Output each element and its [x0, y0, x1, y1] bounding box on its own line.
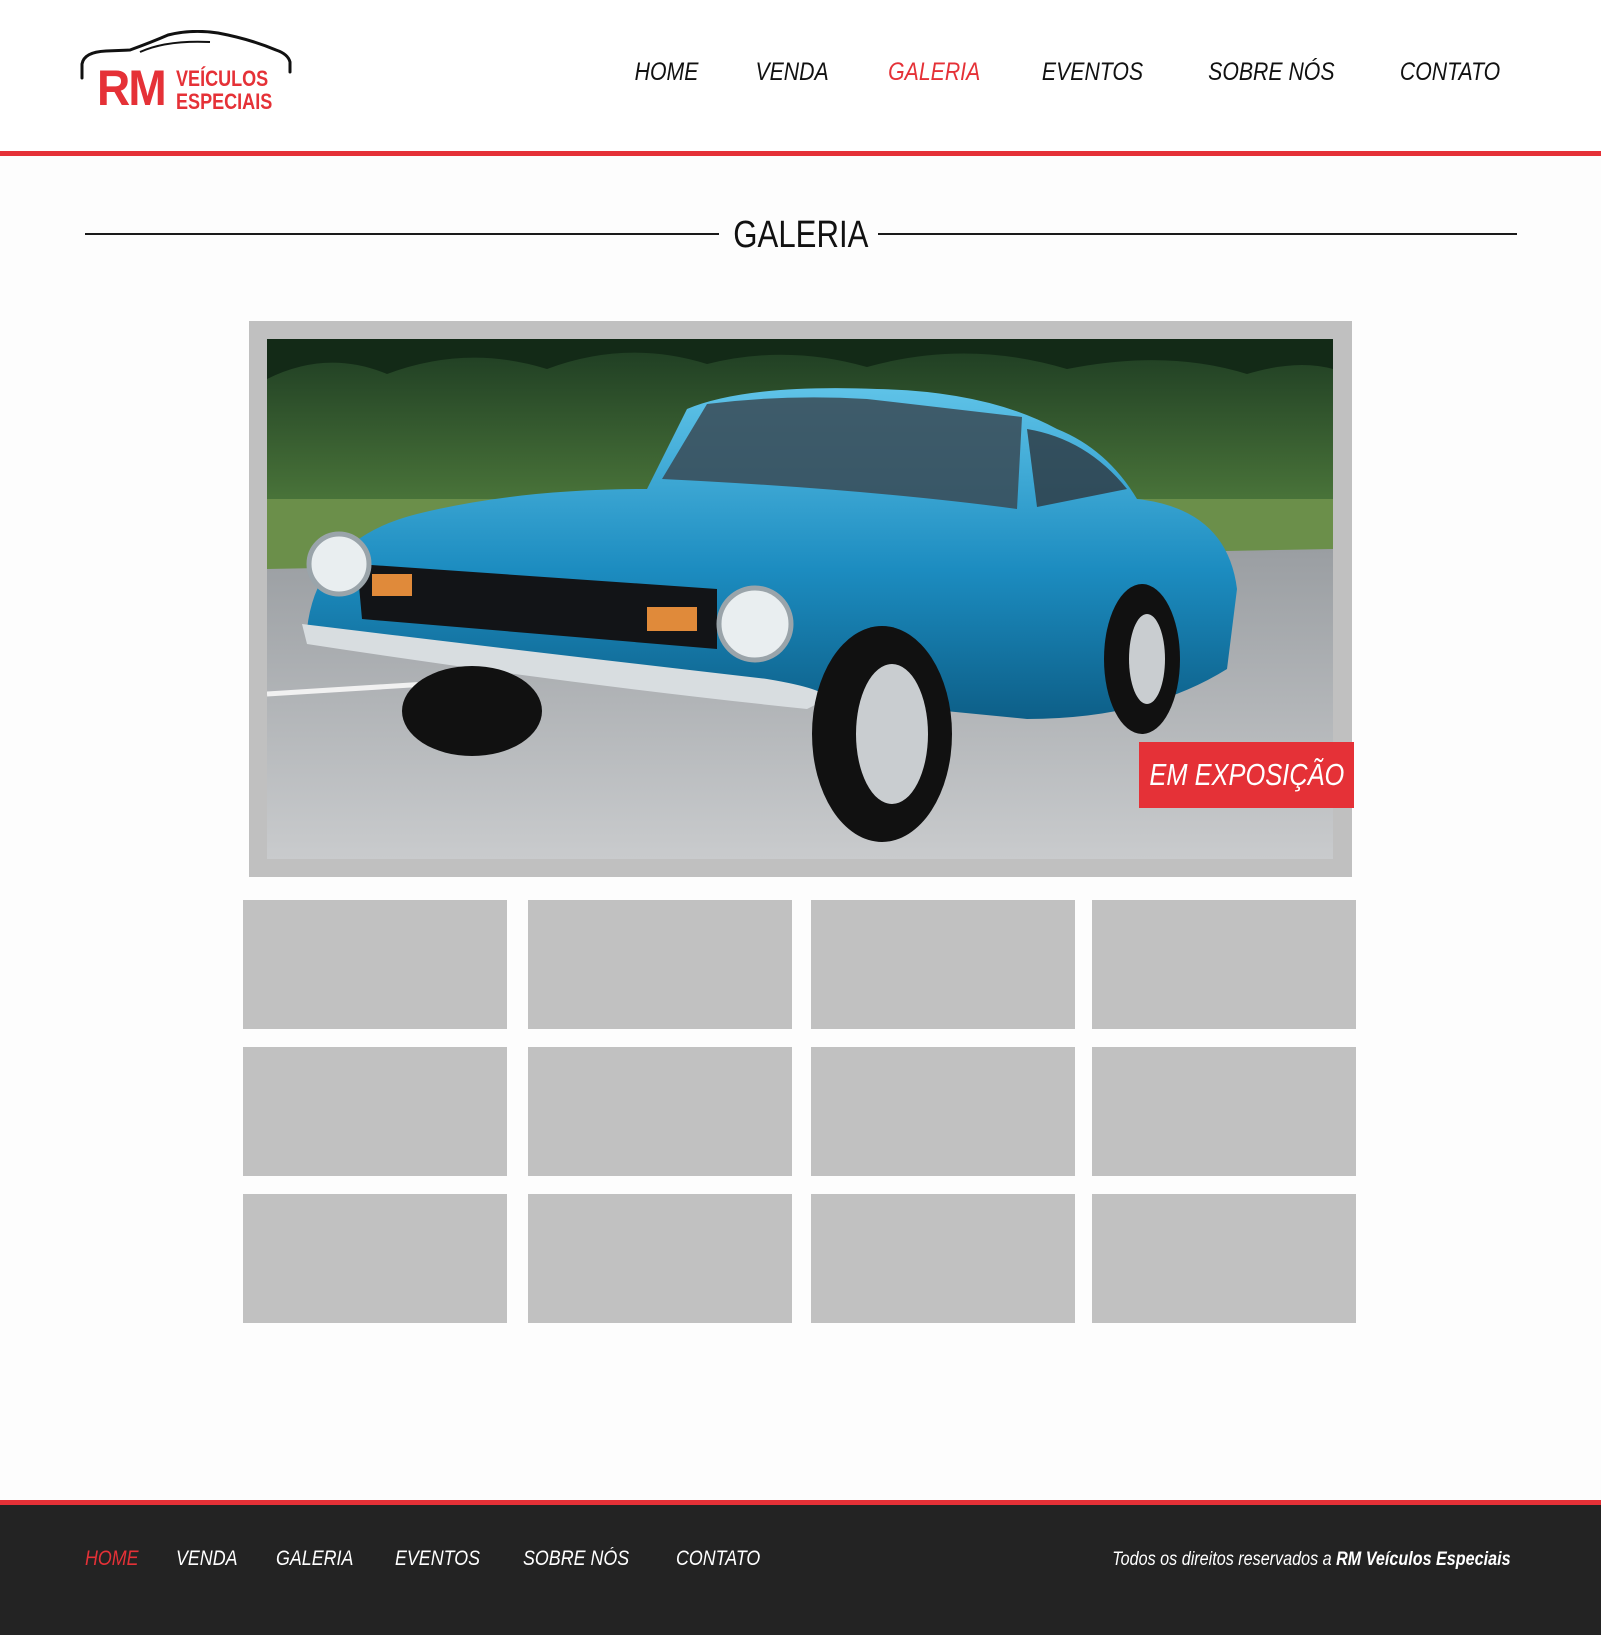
em-exposicao-badge[interactable]: EM EXPOSIÇÃO	[1139, 742, 1354, 808]
logo-word-veiculos: VEÍCULOS	[176, 66, 269, 91]
gallery-thumbnail[interactable]	[1092, 900, 1356, 1029]
copyright-brand: RM Veículos Especiais	[1336, 1549, 1511, 1570]
gallery-thumbnail[interactable]	[528, 1047, 792, 1176]
gallery-thumbnail[interactable]	[528, 1194, 792, 1323]
footer-nav-home[interactable]: HOME	[85, 1547, 139, 1571]
gallery-thumbnail[interactable]	[1092, 1194, 1356, 1323]
heading-rule-right	[878, 233, 1517, 235]
gallery-thumbnail[interactable]	[811, 900, 1075, 1029]
section-heading: GALERIA	[85, 210, 1517, 260]
nav-contato[interactable]: CONTATO	[1400, 58, 1500, 87]
gallery-thumbnail[interactable]	[811, 1047, 1075, 1176]
copyright-text: Todos os direitos reservados a RM Veícul…	[1113, 1549, 1511, 1571]
main-nav: HOME VENDA GALERIA EVENTOS SOBRE NÓS CON…	[629, 58, 1509, 87]
site-footer: HOME VENDA GALERIA EVENTOS SOBRE NÓS CON…	[0, 1505, 1601, 1635]
nav-sobre-nos[interactable]: SOBRE NÓS	[1208, 58, 1334, 87]
footer-nav-eventos[interactable]: EVENTOS	[395, 1547, 480, 1571]
nav-galeria[interactable]: GALERIA	[888, 58, 980, 87]
gallery-thumbnail[interactable]	[243, 1047, 507, 1176]
site-header: RM VEÍCULOS ESPECIAIS HOME VENDA GALERIA…	[0, 0, 1601, 152]
gallery-thumbnail[interactable]	[528, 900, 792, 1029]
gallery-thumbnail[interactable]	[811, 1194, 1075, 1323]
page-title: GALERIA	[733, 214, 869, 256]
copyright-prefix: Todos os direitos reservados a	[1112, 1549, 1333, 1570]
footer-nav: HOME VENDA GALERIA EVENTOS SOBRE NÓS CON…	[85, 1547, 767, 1571]
footer-nav-contato[interactable]: CONTATO	[676, 1547, 760, 1571]
logo[interactable]: RM VEÍCULOS ESPECIAIS	[80, 30, 295, 120]
gallery-thumbnail[interactable]	[243, 1194, 507, 1323]
gallery-thumbnail[interactable]	[1092, 1047, 1356, 1176]
footer-nav-venda[interactable]: VENDA	[176, 1547, 238, 1571]
nav-home[interactable]: HOME	[634, 58, 698, 87]
nav-venda[interactable]: VENDA	[755, 58, 828, 87]
gallery-thumbnail[interactable]	[243, 900, 507, 1029]
logo-word-especiais: ESPECIAIS	[176, 89, 273, 114]
heading-rule-left	[85, 233, 719, 235]
nav-eventos[interactable]: EVENTOS	[1042, 58, 1143, 87]
footer-nav-galeria[interactable]: GALERIA	[276, 1547, 353, 1571]
logo-initials: RM	[97, 60, 167, 116]
header-divider	[0, 151, 1601, 156]
footer-nav-sobre-nos[interactable]: SOBRE NÓS	[523, 1547, 629, 1571]
